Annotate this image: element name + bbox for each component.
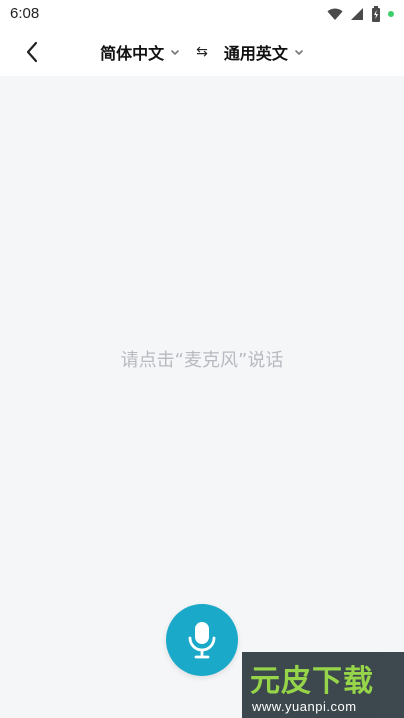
target-language-label: 通用英文 — [223, 44, 288, 63]
microphone-button[interactable] — [166, 604, 238, 676]
microphone-icon — [188, 622, 216, 659]
status-bar: 6:08 — [0, 0, 404, 28]
back-arrow-icon — [26, 41, 38, 63]
hint-text: 请点击“麦克风”说话 — [120, 350, 284, 371]
status-time: 6:08 — [10, 5, 40, 22]
status-icons — [327, 6, 394, 22]
battery-icon — [371, 6, 381, 22]
source-language-label: 简体中文 — [100, 44, 165, 63]
chevron-down-icon — [295, 49, 303, 55]
watermark-title: 元皮下载 — [250, 664, 374, 699]
swap-languages-button[interactable]: ⇆ — [196, 44, 208, 60]
back-button[interactable] — [18, 38, 46, 66]
watermark-url: www.yuanpi.com — [252, 699, 357, 714]
wifi-icon — [327, 7, 343, 21]
language-selector: 简体中文 ⇆ 通用英文 — [0, 28, 404, 76]
target-language-select[interactable]: 通用英文 — [224, 40, 304, 64]
header: 简体中文 ⇆ 通用英文 — [0, 28, 404, 76]
cell-signal-icon — [350, 7, 364, 21]
source-language-select[interactable]: 简体中文 — [100, 40, 180, 64]
screen: 6:08 简体中文 ⇆ 通用英文 请点击“麦克风”说话 元皮下载 www.yua… — [0, 0, 404, 718]
watermark: 元皮下载 www.yuanpi.com — [242, 652, 404, 718]
notification-dot-icon — [388, 11, 394, 17]
chevron-down-icon — [171, 49, 179, 55]
